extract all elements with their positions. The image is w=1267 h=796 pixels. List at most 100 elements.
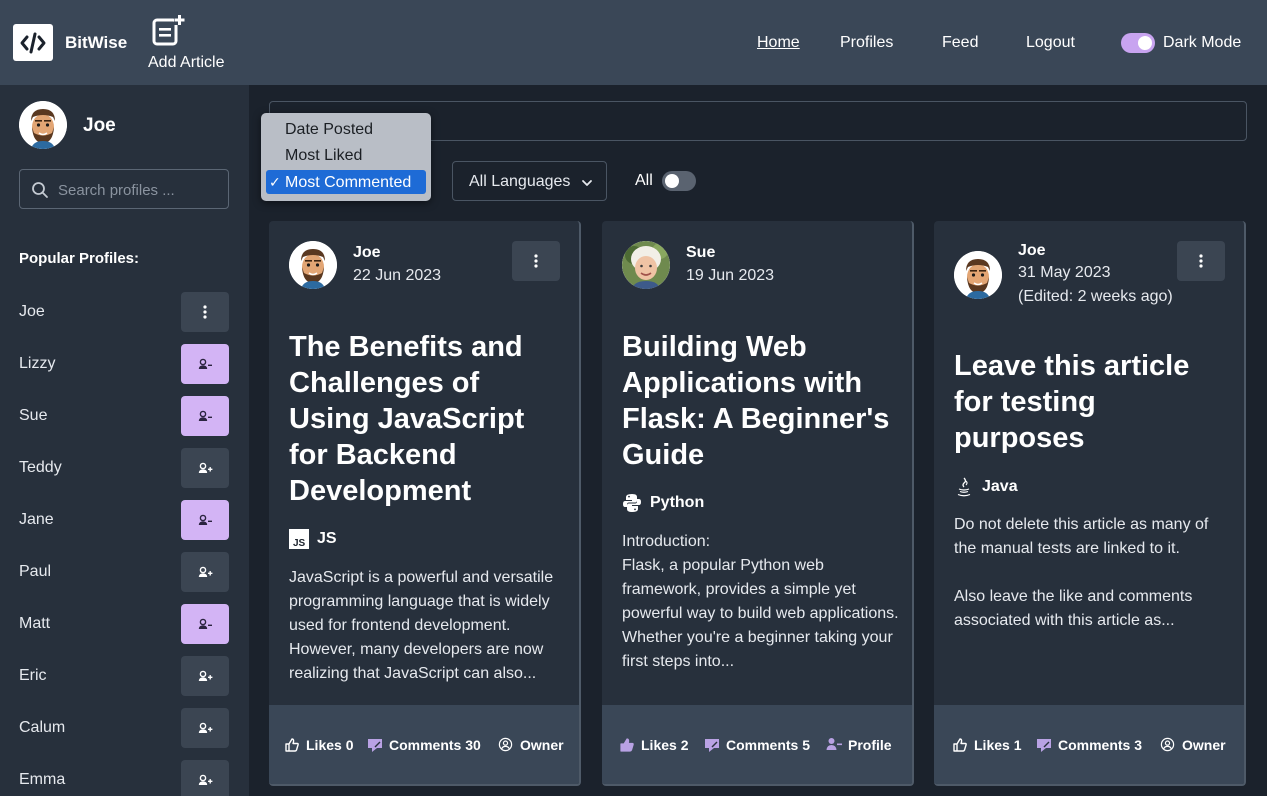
popular-profile-item: Joe (0, 292, 249, 332)
popular-profile-item: Eric (0, 656, 249, 696)
article-footer: Likes 0 Comments 30 Owner (269, 705, 579, 784)
user-avatar[interactable] (19, 101, 67, 149)
unfollow-button[interactable] (181, 396, 229, 436)
all-toggle[interactable] (662, 171, 696, 191)
profile-menu-button[interactable] (181, 292, 229, 332)
unfollow-button[interactable] (181, 500, 229, 540)
sort-option-most-commented[interactable]: ✓ Most Commented (266, 170, 426, 194)
follow-button[interactable] (181, 552, 229, 592)
language-name: JS (317, 530, 337, 547)
popular-profile-item: Jane (0, 500, 249, 540)
article-menu-button[interactable] (512, 241, 560, 281)
article-menu-button[interactable] (1177, 241, 1225, 281)
profile-label: Profile (848, 737, 892, 753)
profile-search-input[interactable] (58, 179, 223, 201)
code-logo-icon[interactable] (13, 24, 53, 61)
profile-name[interactable]: Sue (19, 407, 47, 425)
user-plus-icon (197, 670, 213, 682)
thumbs-up-icon (284, 737, 300, 756)
author-avatar[interactable] (954, 251, 1002, 299)
author-name[interactable]: Joe (353, 244, 381, 262)
article-title[interactable]: Building Web Applications with Flask: A … (622, 329, 897, 473)
author-avatar[interactable] (289, 241, 337, 289)
author-name[interactable]: Joe (1018, 242, 1046, 260)
comment-icon (1036, 737, 1052, 756)
profile-name[interactable]: Lizzy (19, 355, 55, 373)
unfollow-button[interactable] (181, 344, 229, 384)
kebab-icon (1199, 254, 1203, 268)
profile-search-box[interactable] (19, 169, 229, 209)
nav-home-link[interactable]: Home (757, 34, 800, 52)
user-plus-icon (197, 462, 213, 474)
unfollow-button[interactable] (181, 604, 229, 644)
profile-name[interactable]: Eric (19, 667, 47, 685)
author-name[interactable]: Sue (686, 244, 715, 262)
popular-profile-item: Sue (0, 396, 249, 436)
python-icon (622, 493, 642, 518)
user-plus-icon (197, 774, 213, 786)
follow-button[interactable] (181, 448, 229, 488)
owner-label: Owner (520, 737, 564, 753)
nav-logout-link[interactable]: Logout (1026, 34, 1075, 52)
article-title[interactable]: Leave this article for testing purposes (954, 348, 1229, 456)
follow-button[interactable] (181, 708, 229, 748)
navbar: BitWise Add Article Home Profiles Feed L… (0, 0, 1267, 85)
article-footer: Likes 1 Comments 3 Owner (934, 705, 1244, 784)
add-document-icon (152, 14, 186, 51)
profile-name[interactable]: Paul (19, 563, 51, 581)
brand-name[interactable]: BitWise (65, 33, 127, 53)
sort-option-label: Most Liked (285, 147, 363, 164)
add-article-label: Add Article (148, 54, 225, 71)
user-minus-icon (197, 358, 213, 370)
profile-name[interactable]: Jane (19, 511, 54, 529)
nav-feed-link[interactable]: Feed (942, 34, 978, 52)
article-excerpt: Do not delete this article as many of th… (954, 516, 1209, 629)
comment-icon (704, 737, 720, 756)
popular-profile-item: Paul (0, 552, 249, 592)
author-avatar[interactable] (622, 241, 670, 289)
user-plus-icon (197, 566, 213, 578)
article-card: Joe 22 Jun 2023 The Benefits and Challen… (269, 221, 581, 786)
sort-option-label: Date Posted (285, 121, 374, 138)
popular-profile-item: Lizzy (0, 344, 249, 384)
kebab-icon (534, 254, 538, 268)
article-footer: Likes 2 Comments 5 Profile (602, 705, 912, 784)
sort-option-date-posted[interactable]: Date Posted (266, 117, 426, 141)
profile-name[interactable]: Calum (19, 719, 65, 737)
profile-name[interactable]: Matt (19, 615, 50, 633)
user-circle-icon (1160, 737, 1175, 755)
popular-profile-item: Teddy (0, 448, 249, 488)
follow-button[interactable] (181, 760, 229, 796)
toggle-knob (665, 174, 679, 188)
language-select[interactable]: All Languages (452, 161, 607, 201)
user-minus-icon (826, 737, 842, 754)
article-title[interactable]: The Benefits and Challenges of Using Jav… (289, 329, 564, 509)
toggle-knob (1138, 36, 1152, 50)
comment-count: Comments 5 (726, 737, 811, 753)
popular-profile-item: Matt (0, 604, 249, 644)
profile-name[interactable]: Teddy (19, 459, 62, 477)
profile-name[interactable]: Joe (19, 303, 45, 321)
search-icon (31, 181, 49, 204)
dark-mode-toggle[interactable] (1121, 33, 1155, 53)
user-plus-icon (197, 722, 213, 734)
follow-button[interactable] (181, 656, 229, 696)
user-minus-icon (197, 618, 213, 630)
profile-name[interactable]: Emma (19, 771, 65, 789)
popular-profile-item: Emma (0, 760, 249, 796)
sidebar: Joe Popular Profiles: Joe Lizzy Sue Tedd… (0, 85, 249, 796)
comment-count: Comments 3 (1058, 737, 1143, 753)
thumbs-up-icon (952, 737, 968, 756)
language-select-value: All Languages (469, 173, 571, 190)
language-name: Java (982, 478, 1018, 495)
owner-label: Owner (1182, 737, 1226, 753)
user-circle-icon (498, 737, 513, 755)
like-count: Likes 1 (974, 737, 1022, 753)
svg-text:JS: JS (293, 538, 306, 549)
sort-option-label: Most Commented (285, 174, 412, 191)
all-toggle-label: All (635, 172, 653, 189)
current-user-name[interactable]: Joe (83, 115, 116, 137)
nav-profiles-link[interactable]: Profiles (840, 34, 893, 52)
sort-option-most-liked[interactable]: Most Liked (266, 143, 426, 167)
comment-count: Comments 30 (389, 737, 481, 753)
